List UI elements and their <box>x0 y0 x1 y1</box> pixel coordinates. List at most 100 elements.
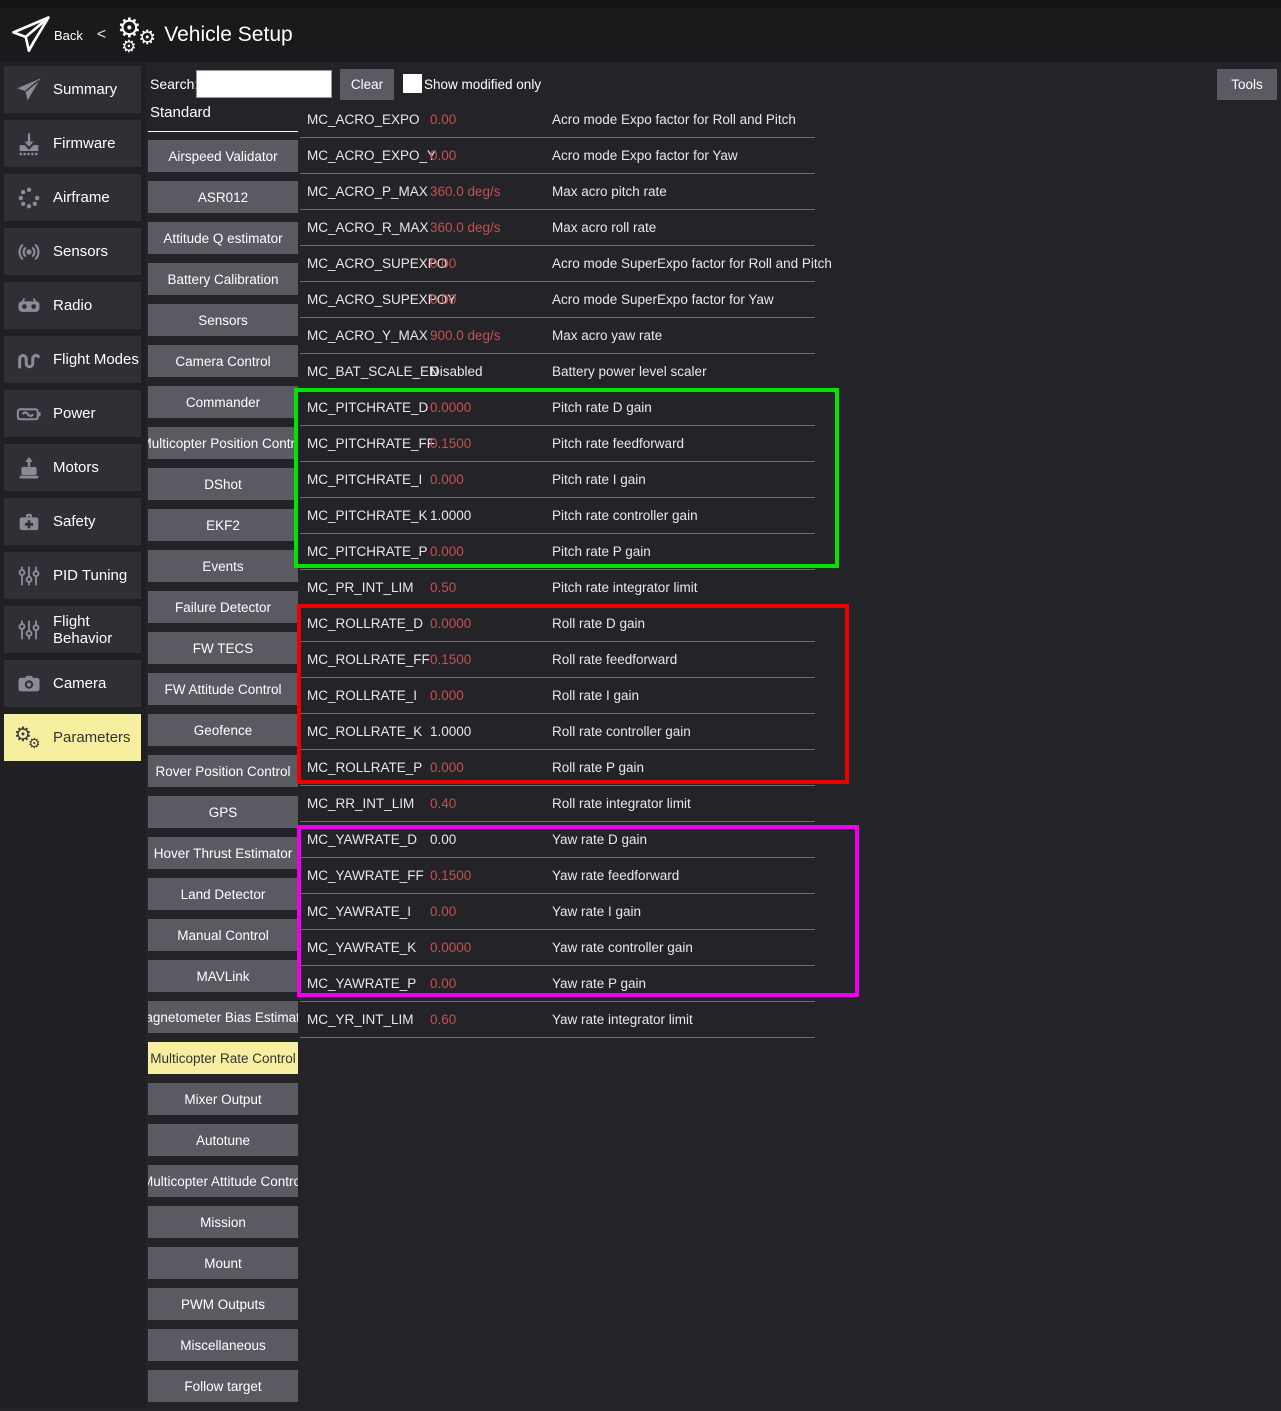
param-value: 360.0 deg/s <box>430 210 501 245</box>
param-value: 0.60 <box>430 1002 456 1037</box>
param-row[interactable]: MC_ROLLRATE_FF0.1500Roll rate feedforwar… <box>300 642 815 678</box>
param-row[interactable]: MC_ROLLRATE_I0.000Roll rate I gain <box>300 678 815 714</box>
param-row[interactable]: MC_YAWRATE_P0.00Yaw rate P gain <box>300 966 815 1002</box>
sidebar-item-motors[interactable]: Motors <box>4 444 141 491</box>
group-button-airspeed-validator[interactable]: Airspeed Validator <box>148 140 298 172</box>
param-description: Max acro roll rate <box>552 210 656 245</box>
param-row[interactable]: MC_PITCHRATE_FF0.1500Pitch rate feedforw… <box>300 426 815 462</box>
group-button-asr012[interactable]: ASR012 <box>148 181 298 213</box>
group-button-failure-detector[interactable]: Failure Detector <box>148 591 298 623</box>
param-row[interactable]: MC_YR_INT_LIM0.60Yaw rate integrator lim… <box>300 1002 815 1038</box>
param-row[interactable]: MC_PITCHRATE_D0.0000Pitch rate D gain <box>300 390 815 426</box>
param-name: MC_PR_INT_LIM <box>307 570 414 605</box>
sidebar-item-firmware[interactable]: Firmware <box>4 120 141 167</box>
param-description: Pitch rate controller gain <box>552 498 698 533</box>
group-button-autotune[interactable]: Autotune <box>148 1124 298 1156</box>
sidebar-item-flight-modes[interactable]: Flight Modes <box>4 336 141 383</box>
param-name: MC_ACRO_SUPEXPO <box>307 246 447 281</box>
param-description: Acro mode SuperExpo factor for Roll and … <box>552 246 832 281</box>
param-row[interactable]: MC_YAWRATE_D0.00Yaw rate D gain <box>300 822 815 858</box>
group-button-fw-attitude-control[interactable]: FW Attitude Control <box>148 673 298 705</box>
sidebar-item-power[interactable]: Power <box>4 390 141 437</box>
clear-button[interactable]: Clear <box>340 69 394 100</box>
group-button-attitude-q-estimator[interactable]: Attitude Q estimator <box>148 222 298 254</box>
param-row[interactable]: MC_YAWRATE_FF0.1500Yaw rate feedforward <box>300 858 815 894</box>
sidebar-item-flight-behavior[interactable]: Flight Behavior <box>4 606 141 653</box>
search-input[interactable] <box>196 70 332 98</box>
group-button-hover-thrust-estimator[interactable]: Hover Thrust Estimator <box>148 837 298 869</box>
group-button-gps[interactable]: GPS <box>148 796 298 828</box>
param-row[interactable]: MC_ROLLRATE_P0.000Roll rate P gain <box>300 750 815 786</box>
param-row[interactable]: MC_RR_INT_LIM0.40Roll rate integrator li… <box>300 786 815 822</box>
param-description: Roll rate controller gain <box>552 714 691 749</box>
param-row[interactable]: MC_ACRO_SUPEXPOY0.00Acro mode SuperExpo … <box>300 282 815 318</box>
param-row[interactable]: MC_ACRO_SUPEXPO0.00Acro mode SuperExpo f… <box>300 246 815 282</box>
group-button-rover-position-control[interactable]: Rover Position Control <box>148 755 298 787</box>
param-row[interactable]: MC_YAWRATE_I0.00Yaw rate I gain <box>300 894 815 930</box>
param-description: Battery power level scaler <box>552 354 707 389</box>
sidebar-item-pid-tuning[interactable]: PID Tuning <box>4 552 141 599</box>
param-description: Roll rate feedforward <box>552 642 677 677</box>
sidebar-item-camera[interactable]: Camera <box>4 660 141 707</box>
group-button-sensors[interactable]: Sensors <box>148 304 298 336</box>
group-button-mission[interactable]: Mission <box>148 1206 298 1238</box>
param-name: MC_ACRO_R_MAX <box>307 210 429 245</box>
battery-icon <box>14 399 44 429</box>
sidebar-item-safety[interactable]: Safety <box>4 498 141 545</box>
group-button-miscellaneous[interactable]: Miscellaneous <box>148 1329 298 1361</box>
param-row[interactable]: MC_ACRO_R_MAX360.0 deg/s Max acro roll ra… <box>300 210 815 246</box>
group-button-follow-target[interactable]: Follow target <box>148 1370 298 1402</box>
sidebar-item-parameters[interactable]: ⚙⚙Parameters <box>4 714 141 761</box>
radio-icon <box>14 291 44 321</box>
group-button-multicopter-rate-control[interactable]: Multicopter Rate Control <box>148 1042 298 1074</box>
param-row[interactable]: MC_ACRO_EXPO0.00Acro mode Expo factor fo… <box>300 102 815 138</box>
param-row[interactable]: MC_PITCHRATE_I0.000Pitch rate I gain <box>300 462 815 498</box>
param-row[interactable]: MC_BAT_SCALE_ENDisabledBattery power lev… <box>300 354 815 390</box>
group-button-events[interactable]: Events <box>148 550 298 582</box>
group-button-battery-calibration[interactable]: Battery Calibration <box>148 263 298 295</box>
param-name: MC_ACRO_P_MAX <box>307 174 428 209</box>
group-button-multicopter-attitude-control[interactable]: Multicopter Attitude Control <box>148 1165 298 1197</box>
group-button-magnetometer-bias-estimator[interactable]: Magnetometer Bias Estimator <box>148 1001 298 1033</box>
tools-button[interactable]: Tools <box>1217 69 1277 100</box>
group-button-geofence[interactable]: Geofence <box>148 714 298 746</box>
back-button[interactable]: Back <box>54 28 83 43</box>
group-button-ekf2[interactable]: EKF2 <box>148 509 298 541</box>
sidebar-item-label: Safety <box>53 513 96 530</box>
param-row[interactable]: MC_ROLLRATE_K1.0000Roll rate controller … <box>300 714 815 750</box>
sidebar-item-airframe[interactable]: Airframe <box>4 174 141 221</box>
param-row[interactable]: MC_ACRO_EXPO_Y0.00Acro mode Expo factor … <box>300 138 815 174</box>
group-button-commander[interactable]: Commander <box>148 386 298 418</box>
sidebar-item-sensors[interactable]: Sensors <box>4 228 141 275</box>
sidebar-item-radio[interactable]: Radio <box>4 282 141 329</box>
param-row[interactable]: MC_PITCHRATE_K1.0000Pitch rate controlle… <box>300 498 815 534</box>
show-modified-checkbox[interactable] <box>403 74 422 93</box>
group-button-manual-control[interactable]: Manual Control <box>148 919 298 951</box>
group-button-pwm-outputs[interactable]: PWM Outputs <box>148 1288 298 1320</box>
group-button-camera-control[interactable]: Camera Control <box>148 345 298 377</box>
param-row[interactable]: MC_YAWRATE_K0.0000Yaw rate controller ga… <box>300 930 815 966</box>
param-value: 0.0000 <box>430 606 471 641</box>
param-name: MC_ROLLRATE_FF <box>307 642 430 677</box>
sidebar-item-label: Firmware <box>53 135 116 152</box>
param-value: 0.1500 <box>430 858 471 893</box>
app-logo-plane-icon[interactable] <box>10 14 52 56</box>
sidebar-item-summary[interactable]: Summary <box>4 66 141 113</box>
param-row[interactable]: MC_PITCHRATE_P0.000Pitch rate P gain <box>300 534 815 570</box>
firmware-download-icon <box>14 129 44 159</box>
param-row[interactable]: MC_ACRO_P_MAX360.0 deg/sMax acro pitch r… <box>300 174 815 210</box>
param-row[interactable]: MC_PR_INT_LIM0.50Pitch rate integrator l… <box>300 570 815 606</box>
group-button-mixer-output[interactable]: Mixer Output <box>148 1083 298 1115</box>
param-value: 0.000 <box>430 750 464 785</box>
param-description: Roll rate D gain <box>552 606 645 641</box>
group-button-dshot[interactable]: DShot <box>148 468 298 500</box>
sidebar-item-label: Airframe <box>53 189 110 206</box>
group-button-land-detector[interactable]: Land Detector <box>148 878 298 910</box>
param-row[interactable]: MC_ACRO_Y_MAX900.0 deg/sMax acro yaw rat… <box>300 318 815 354</box>
title-bar: Back < ⚙⚙⚙ Vehicle Setup <box>0 8 1281 62</box>
param-row[interactable]: MC_ROLLRATE_D0.0000Roll rate D gain <box>300 606 815 642</box>
group-button-mount[interactable]: Mount <box>148 1247 298 1279</box>
group-button-fw-tecs[interactable]: FW TECS <box>148 632 298 664</box>
group-button-multicopter-position-control[interactable]: Multicopter Position Control <box>148 427 298 459</box>
group-button-mavlink[interactable]: MAVLink <box>148 960 298 992</box>
